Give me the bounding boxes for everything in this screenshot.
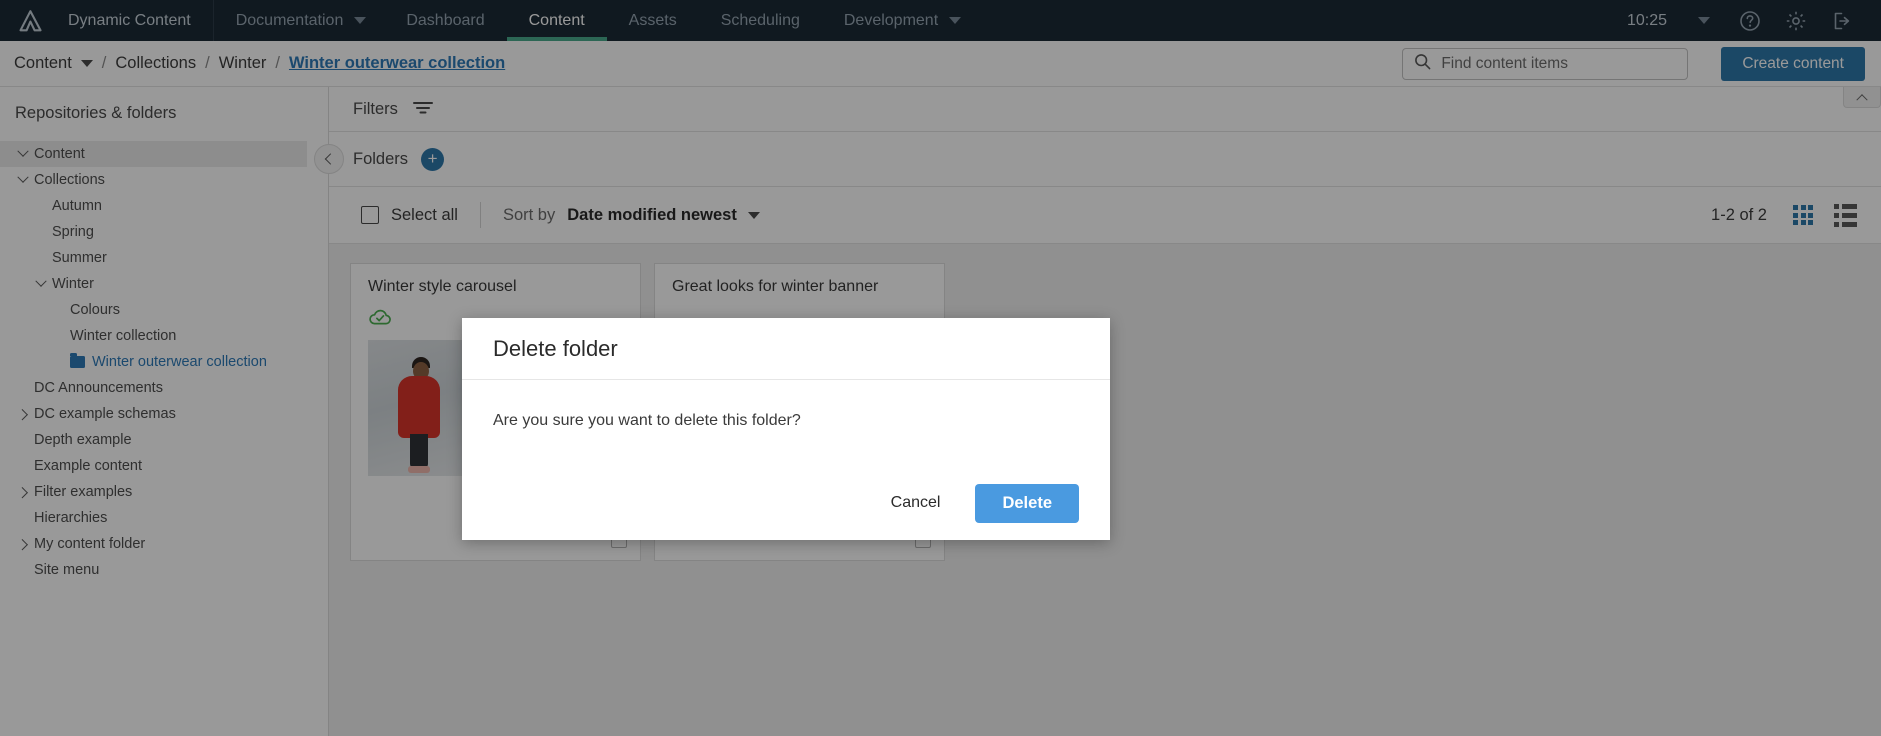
dialog-body: Are you sure you want to delete this fol…: [462, 380, 1110, 470]
dialog-title: Delete folder: [493, 335, 618, 361]
dialog-footer: Cancel Delete: [462, 470, 1110, 540]
delete-button[interactable]: Delete: [975, 483, 1079, 523]
cancel-button[interactable]: Cancel: [889, 488, 943, 518]
dialog-message: Are you sure you want to delete this fol…: [493, 412, 801, 429]
delete-folder-dialog: Delete folder Are you sure you want to d…: [462, 318, 1110, 540]
dialog-header: Delete folder: [462, 318, 1110, 380]
